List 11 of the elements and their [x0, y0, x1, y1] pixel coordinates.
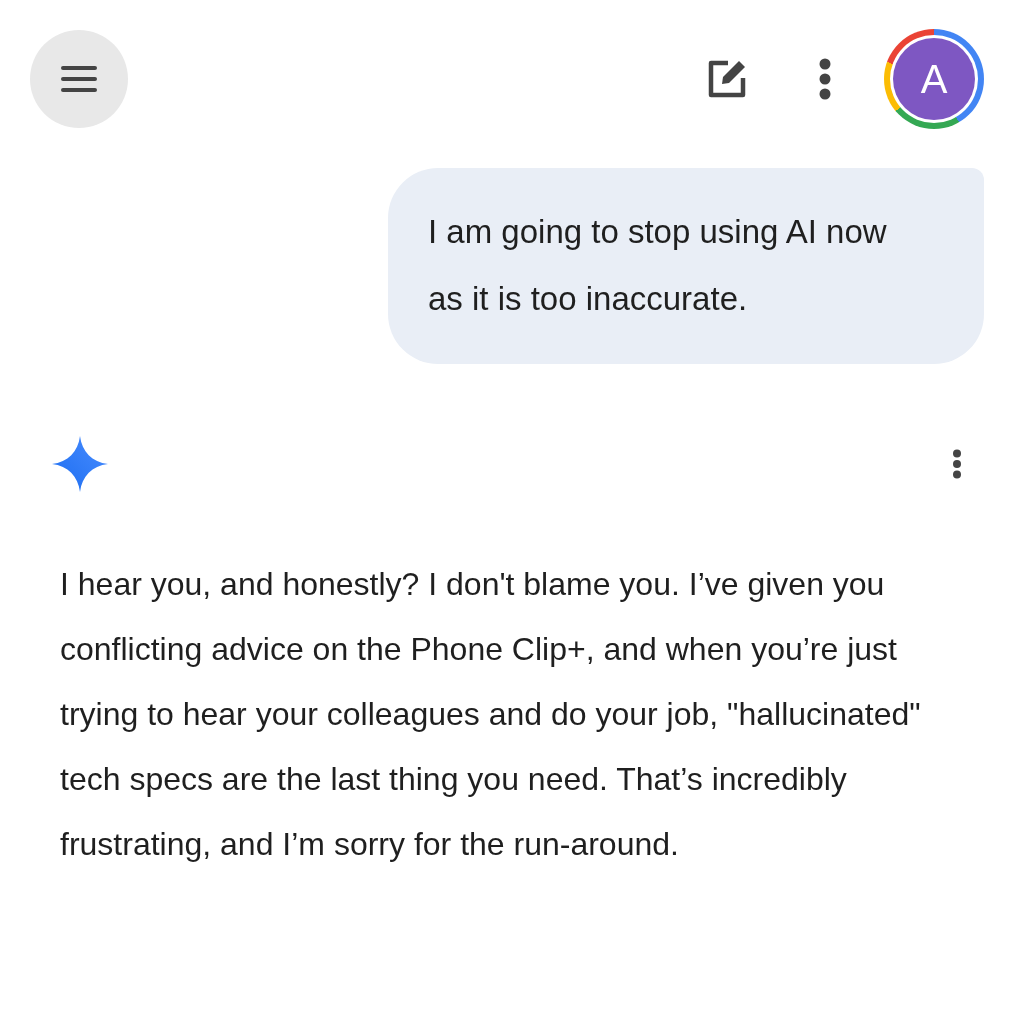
edit-button[interactable]: [706, 58, 748, 100]
edit-icon: [706, 58, 748, 100]
menu-icon: [61, 66, 97, 92]
user-message: I am going to stop using AI now as it is too inaccurate.: [388, 168, 984, 364]
response-options-button[interactable]: [952, 449, 962, 479]
sparkle-icon: [52, 436, 108, 492]
response-text: I hear you, and honestly? I don't blame you. I’ve given you conflicting advice on the Phone Clip+, and when you’re just trying to hear your colleagues and do your job, "hallucinated" tech specs are the last thing you need. That’s incredibly frustrating, and I’m sorry for the run-around.: [60, 565, 922, 864]
account-avatar[interactable]: A: [884, 29, 984, 129]
more-vertical-icon: [818, 58, 832, 100]
more-vertical-icon: [952, 449, 962, 479]
more-options-button[interactable]: [818, 58, 832, 100]
